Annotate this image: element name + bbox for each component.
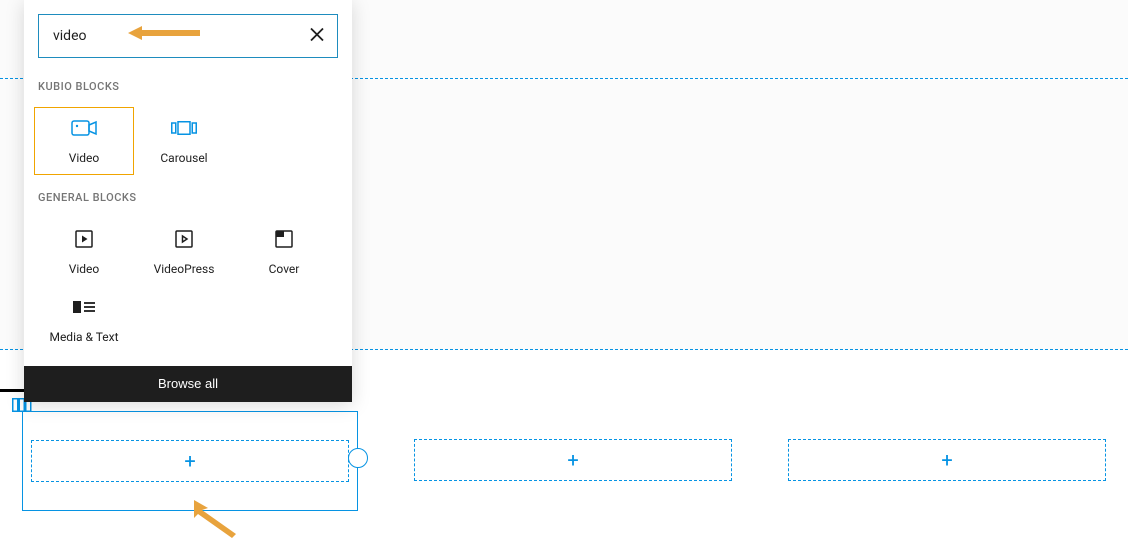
block-inserter-panel: KUBIO BLOCKS Video Carousel GENERAL BLOC…	[24, 0, 352, 402]
video-play-icon	[75, 228, 93, 250]
clear-search-button[interactable]	[306, 22, 328, 51]
general-blocks-grid: Video VideoPress Cover Media & Text	[24, 218, 352, 366]
kubio-blocks-grid: Video Carousel	[24, 107, 352, 187]
block-cover[interactable]: Cover	[234, 218, 334, 286]
close-icon	[310, 28, 324, 42]
section-header-kubio: KUBIO BLOCKS	[24, 76, 352, 107]
block-label: VideoPress	[154, 262, 215, 276]
block-label: Cover	[269, 262, 300, 276]
plus-icon: +	[567, 448, 578, 472]
cover-icon	[275, 228, 293, 250]
video-icon	[71, 117, 97, 139]
column-1-selected[interactable]: +	[22, 411, 358, 511]
block-label: Video	[69, 262, 100, 276]
block-label: Media & Text	[49, 330, 118, 344]
plus-icon: +	[184, 449, 195, 473]
block-label: Video	[69, 151, 100, 165]
add-block-zone-1[interactable]: +	[31, 440, 349, 482]
block-kubio-video[interactable]: Video	[34, 107, 134, 175]
block-kubio-carousel[interactable]: Carousel	[134, 107, 234, 175]
block-label: Carousel	[160, 151, 207, 165]
carousel-icon	[171, 117, 197, 139]
videopress-icon	[175, 228, 193, 250]
search-wrap	[38, 14, 338, 58]
section-header-general: GENERAL BLOCKS	[24, 187, 352, 218]
column-2[interactable]: +	[414, 439, 732, 511]
search-input[interactable]	[38, 14, 338, 58]
column-append-handle[interactable]	[348, 448, 368, 468]
column-3[interactable]: +	[788, 439, 1106, 511]
add-block-zone-2[interactable]: +	[414, 439, 732, 481]
block-video[interactable]: Video	[34, 218, 134, 286]
add-block-zone-3[interactable]: +	[788, 439, 1106, 481]
columns-row: + + +	[0, 439, 1128, 511]
block-videopress[interactable]: VideoPress	[134, 218, 234, 286]
media-text-icon	[73, 296, 95, 318]
plus-icon: +	[941, 448, 952, 472]
block-media-text[interactable]: Media & Text	[34, 286, 134, 354]
browse-all-button[interactable]: Browse all	[24, 366, 352, 402]
